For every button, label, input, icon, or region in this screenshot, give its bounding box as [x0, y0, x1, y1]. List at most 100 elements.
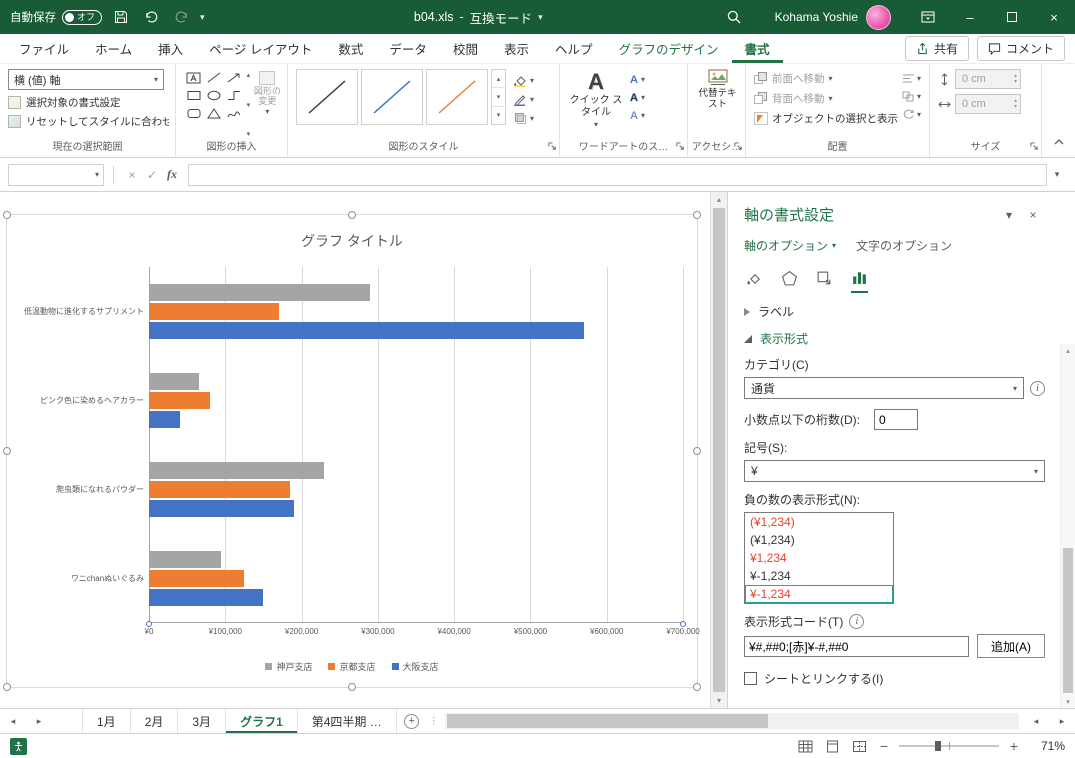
search-button[interactable] [717, 0, 751, 34]
pane-close-button[interactable]: × [1021, 208, 1045, 222]
text-outline-button[interactable]: A ▾ [630, 90, 645, 105]
oval-shape-icon[interactable] [204, 87, 223, 104]
gallery-more-icon[interactable]: ▾ [492, 107, 505, 124]
ribbon-tab-6[interactable]: 校閲 [440, 34, 491, 63]
selection-handle[interactable] [348, 211, 356, 219]
bar-神戸支店[interactable] [149, 373, 199, 390]
ribbon-tab-2[interactable]: 挿入 [145, 34, 196, 63]
triangle-shape-icon[interactable] [204, 105, 223, 122]
sheet-tab-3[interactable]: グラフ1 [226, 709, 298, 733]
sheet-tab-2[interactable]: 3月 [178, 709, 227, 733]
bar-神戸支店[interactable] [149, 551, 222, 568]
ribbon-tab-1[interactable]: ホーム [82, 34, 145, 63]
collapse-ribbon-button[interactable] [1053, 136, 1065, 151]
send-backward-button[interactable]: 背面へ移動 ▾ [754, 89, 898, 108]
maximize-button[interactable] [991, 0, 1033, 34]
user-name[interactable]: Kohama Yoshie [775, 10, 858, 24]
shape-width-field[interactable]: 0 cm ▴ ▾ [955, 94, 1021, 114]
ribbon-tab-8[interactable]: ヘルプ [542, 34, 606, 63]
selection-handle[interactable] [348, 683, 356, 691]
ribbon-tab-9[interactable]: グラフのデザイン [605, 34, 731, 63]
change-shape-button[interactable]: 図形の変更 ▾ [254, 69, 281, 140]
insert-function-button[interactable]: fx [162, 164, 182, 186]
page-layout-view-button[interactable] [822, 738, 842, 755]
comments-button[interactable]: コメント [976, 36, 1065, 61]
bar-神戸支店[interactable] [149, 462, 325, 479]
group-objects-button[interactable]: ▾ [902, 89, 921, 104]
legend-item[interactable]: 大阪支店 [391, 660, 439, 673]
chart-legend[interactable]: 神戸支店 京都支店 大阪支店 [7, 660, 697, 673]
size-properties-icon[interactable] [816, 270, 833, 293]
scroll-down-icon[interactable]: ▾ [1061, 695, 1075, 708]
sheet-tab-1[interactable]: 2月 [131, 709, 179, 733]
negative-format-listbox[interactable]: (¥1,234) (¥1,234) ¥1,234 ¥-1,234 ¥-1,234 [744, 512, 894, 604]
curve-shape-icon[interactable] [224, 105, 243, 122]
zoom-in-button[interactable]: + [1006, 739, 1022, 753]
bar-大阪支店[interactable] [149, 500, 294, 517]
shape-style-preset-2[interactable] [361, 69, 423, 125]
fill-line-icon[interactable] [746, 270, 763, 293]
stepper-icon[interactable]: ▴ ▾ [1014, 73, 1017, 85]
stepper-icon[interactable]: ▴ ▾ [1014, 98, 1017, 110]
new-sheet-button[interactable]: + [397, 709, 427, 733]
chart-x-ticks[interactable]: ¥0 ¥100,000 ¥200,000 ¥300,000 ¥400,000 ¥500,0… [145, 623, 700, 637]
save-button[interactable] [110, 5, 132, 29]
shape-style-preset-3[interactable] [426, 69, 488, 125]
vertical-scrollbar[interactable]: ▴ ▾ [710, 192, 727, 708]
shape-effects-button[interactable]: ▾ [513, 110, 534, 126]
zoom-slider-thumb[interactable] [935, 741, 941, 751]
bar-京都支店[interactable] [149, 303, 279, 320]
sheet-nav-right-icon[interactable]: ▸ [26, 709, 52, 733]
style-gallery-scroll[interactable]: ▴ ▾ ▾ [491, 69, 506, 125]
tab-splitter[interactable]: ⋮ [427, 709, 441, 733]
shape-height-field[interactable]: 0 cm ▴ ▾ [955, 69, 1021, 89]
textbox-shape-icon[interactable] [184, 69, 203, 86]
scroll-up-icon[interactable]: ▴ [492, 70, 505, 89]
sheet-nav-left-icon[interactable]: ◂ [0, 709, 26, 733]
selection-handle[interactable] [3, 683, 11, 691]
minimize-button[interactable]: – [949, 0, 991, 34]
legend-item[interactable]: 神戸支店 [265, 660, 312, 673]
shape-fill-button[interactable]: ▾ [513, 72, 534, 88]
scroll-up-icon[interactable]: ▴ [247, 71, 251, 79]
tab-axis-options[interactable]: 軸のオプション ▾ [744, 237, 836, 254]
axis-selection-handle[interactable] [680, 621, 686, 627]
ribbon-display-options-button[interactable] [907, 0, 949, 34]
ribbon-tab-5[interactable]: データ [376, 34, 440, 63]
scrollbar-thumb[interactable] [446, 714, 769, 728]
hscroll-right-icon[interactable]: ▸ [1049, 709, 1075, 733]
ribbon-tab-0[interactable]: ファイル [6, 34, 82, 63]
normal-view-button[interactable] [795, 738, 815, 755]
bar-京都支店[interactable] [149, 570, 245, 587]
page-break-view-button[interactable] [849, 738, 869, 755]
zoom-percentage[interactable]: 71% [1029, 739, 1065, 753]
quick-styles-button[interactable]: A クイック スタイル ▾ [568, 69, 624, 140]
share-button[interactable]: 共有 [904, 36, 969, 61]
autosave-switch[interactable]: オフ [62, 9, 102, 25]
formula-input[interactable] [188, 163, 1047, 186]
scroll-down-icon[interactable]: ▾ [711, 693, 727, 708]
avatar[interactable] [866, 4, 891, 30]
format-selection-button[interactable]: 選択対象の書式設定 [8, 93, 169, 112]
shape-gallery-scroll[interactable]: ▴ ▾ ▾ [243, 69, 254, 140]
shape-outline-button[interactable]: ▾ [513, 91, 534, 107]
name-box[interactable]: ▾ [8, 163, 104, 186]
cancel-button[interactable]: × [122, 164, 142, 186]
add-format-button[interactable]: 追加(A) [977, 634, 1045, 658]
rounded-rectangle-shape-icon[interactable] [184, 105, 203, 122]
info-icon[interactable]: i [1030, 380, 1045, 396]
chart-object[interactable]: グラフ タイトル 低温動物に進化するサプリメント ピンク色に染めるヘアカラー 爬虫類… [3, 211, 701, 691]
symbol-select[interactable]: ¥ ▾ [744, 460, 1045, 482]
enter-button[interactable]: ✓ [142, 164, 162, 186]
zoom-out-button[interactable]: − [876, 739, 892, 753]
effects-icon[interactable] [781, 270, 798, 293]
quick-access-dropdown[interactable]: ▾ [200, 12, 205, 23]
elbow-connector-shape-icon[interactable] [224, 87, 243, 104]
dialog-launcher-icon[interactable] [1030, 140, 1039, 154]
bar-神戸支店[interactable] [149, 284, 371, 301]
bar-大阪支店[interactable] [149, 322, 584, 339]
reset-to-match-style-button[interactable]: リセットしてスタイルに合わせる [8, 112, 169, 131]
accessibility-status-icon[interactable] [10, 737, 27, 755]
bar-大阪支店[interactable] [149, 589, 264, 606]
rectangle-shape-icon[interactable] [184, 87, 203, 104]
